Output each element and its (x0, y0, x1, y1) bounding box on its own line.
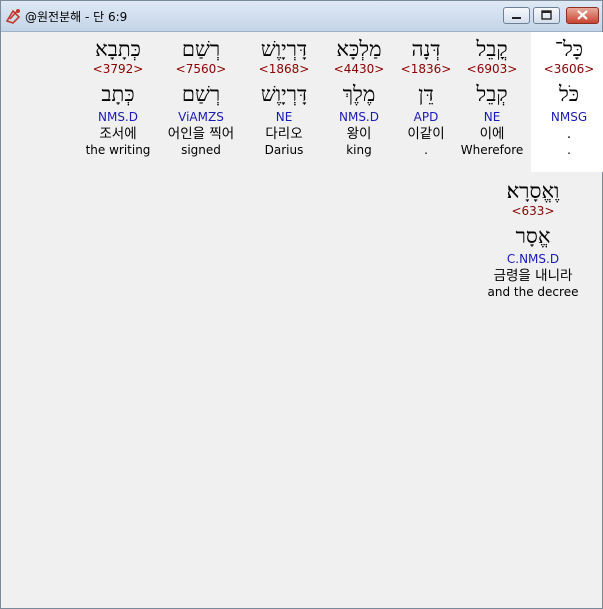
close-icon (577, 10, 588, 20)
korean-gloss: 다리오 (265, 126, 303, 142)
minimize-icon (512, 17, 521, 19)
strong-number: <6903> (466, 62, 518, 76)
hebrew-word: מַלְכָּא (336, 37, 382, 61)
hebrew-word: רְשַׁם (181, 37, 221, 61)
lemma-word: דֵּן (418, 82, 434, 106)
hebrew-word: כְּתָבָא (95, 37, 141, 61)
strong-number: <3606> (543, 62, 595, 76)
morphology-code: NMSG (550, 110, 588, 124)
hebrew-word: דְּנָה (411, 37, 441, 61)
lemma-word: רְשַׁם (181, 82, 221, 106)
word-column[interactable]: רְשַׁם <7560> רְשַׁם ViAMZS 어인을 찍어 signe… (163, 32, 239, 157)
strong-number: <633> (511, 204, 555, 218)
english-gloss: . (424, 143, 428, 157)
lemma-word: קְבֵל (476, 82, 508, 106)
korean-gloss: 조서에 (99, 126, 137, 142)
morphology-code: C.NMS.D (506, 252, 560, 266)
minimize-button[interactable] (503, 7, 530, 24)
maximize-icon (541, 10, 552, 20)
word-column[interactable]: קֳבֵל <6903> קְבֵל NE 이에 Wherefore (454, 32, 530, 157)
morphology-code: ViAMZS (178, 110, 224, 124)
lemma-word: מֶלֶךְ (342, 82, 376, 106)
close-button[interactable] (566, 7, 599, 24)
word-column[interactable]: כְּתָבָא <3792> כְּתָב NMS.D 조서에 the wri… (80, 32, 156, 157)
lemma-word: אֱסָר (515, 224, 551, 248)
app-logo-icon (5, 9, 21, 24)
word-analysis-panel: כָּל־ <3606> כֹּל NMSG . . קֳבֵל <6903> … (4, 32, 603, 606)
english-gloss: signed (181, 143, 221, 157)
word-column[interactable]: מַלְכָּא <4430> מֶלֶךְ NMS.D 왕이 king (321, 32, 397, 157)
english-gloss: the writing (85, 143, 151, 157)
strong-number: <1836> (400, 62, 452, 76)
english-gloss: Wherefore (460, 143, 524, 157)
hebrew-word: דָּרְיָוֶשׁ (260, 37, 308, 61)
app-window: @원전분해 - 단 6:9 כָּל־ <3606> כֹּל NMSG . . (0, 0, 603, 609)
maximize-button[interactable] (533, 7, 560, 24)
hebrew-word: וֶאֱסָרָא׃ (506, 179, 560, 203)
english-gloss: king (346, 143, 372, 157)
korean-gloss: . (566, 126, 572, 142)
morphology-code: NMS.D (97, 110, 138, 124)
korean-gloss: 이에 (479, 126, 505, 142)
lemma-word: כְּתָב (101, 82, 135, 106)
morphology-code: NE (483, 110, 501, 124)
korean-gloss: 왕이 (346, 126, 372, 142)
english-gloss: Darius (264, 143, 304, 157)
strong-number: <1868> (258, 62, 310, 76)
strong-number: <7560> (175, 62, 227, 76)
word-column[interactable]: דְּנָה <1836> דֵּן APD 이같이 . (388, 32, 464, 157)
strong-number: <4430> (333, 62, 385, 76)
english-gloss: . (567, 143, 571, 157)
word-column[interactable]: כָּל־ <3606> כֹּל NMSG . . (531, 32, 603, 172)
morphology-code: NMS.D (338, 110, 379, 124)
korean-gloss: 어인을 찍어 (167, 126, 235, 142)
morphology-code: NE (275, 110, 293, 124)
word-column[interactable]: וֶאֱסָרָא׃ <633> אֱסָר C.NMS.D 금령을 내니라 a… (481, 176, 585, 299)
lemma-word: דָּרְיָוֶשׁ (260, 82, 308, 106)
window-title: @원전분해 - 단 6:9 (25, 10, 128, 24)
english-gloss: and the decree (487, 285, 579, 299)
lemma-word: כֹּל (558, 82, 580, 106)
strong-number: <3792> (92, 62, 144, 76)
word-column[interactable]: דָּרְיָוֶשׁ <1868> דָּרְיָוֶשׁ NE 다리오 Da… (246, 32, 322, 157)
hebrew-word: כָּל־ (554, 37, 584, 61)
korean-gloss: 금령을 내니라 (493, 268, 573, 284)
morphology-code: APD (413, 110, 439, 124)
korean-gloss: 이같이 (407, 126, 445, 142)
hebrew-word: קֳבֵל (476, 37, 508, 61)
title-bar[interactable]: @원전분해 - 단 6:9 (1, 1, 602, 32)
